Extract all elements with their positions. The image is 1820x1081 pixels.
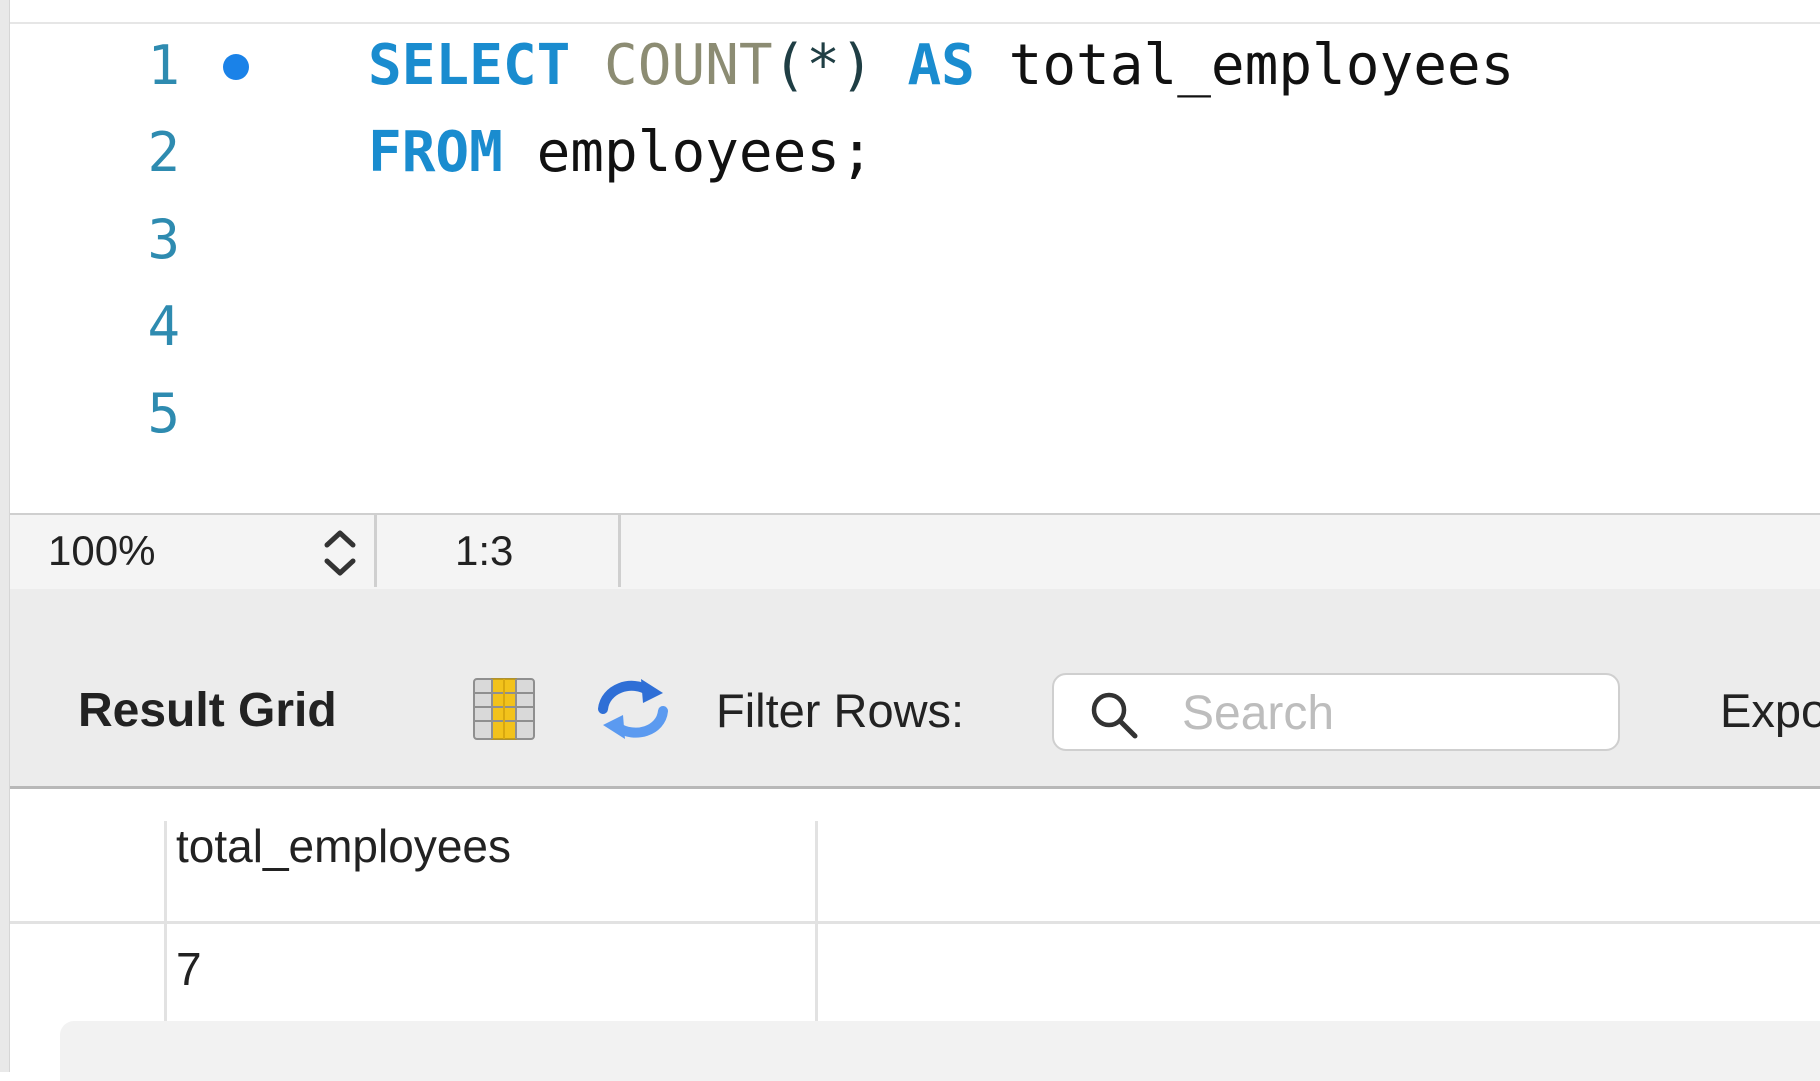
editor-line[interactable]: 5 <box>10 364 1820 464</box>
search-icon <box>1091 692 1138 739</box>
refresh-icon[interactable] <box>593 675 673 743</box>
result-toolbar: Result Grid Filter Rows: Expo <box>10 589 1820 789</box>
keyword-select: SELECT <box>368 33 571 98</box>
status-divider <box>374 515 377 587</box>
result-grid: total_employees 7 <box>10 789 1820 1081</box>
line-number: 1 <box>147 34 180 97</box>
editor-line[interactable]: 2 FROM employees; <box>10 103 1820 203</box>
line-number: 3 <box>147 208 180 271</box>
line-number: 2 <box>147 121 180 184</box>
result-grid-label[interactable]: Result Grid <box>78 681 337 741</box>
column-header-total-employees[interactable]: total_employees <box>176 811 511 881</box>
line-number: 4 <box>147 295 180 358</box>
zoom-level[interactable]: 100% <box>48 515 155 587</box>
sql-editor[interactable]: 1 SELECT COUNT(*) AS total_employees 2 F… <box>10 0 1820 513</box>
grid-cell[interactable]: 7 <box>176 933 202 1005</box>
code-line-2[interactable]: FROM employees; <box>368 103 874 203</box>
header-divider <box>10 921 1820 924</box>
export-button[interactable]: Expo <box>1720 681 1820 741</box>
window-left-edge <box>0 0 10 1072</box>
editor-line[interactable]: 1 SELECT COUNT(*) AS total_employees <box>10 16 1820 116</box>
empty-new-row[interactable] <box>60 1021 1820 1081</box>
keyword-from: FROM <box>368 120 503 185</box>
editor-line[interactable]: 3 <box>10 190 1820 290</box>
keyword-as: AS <box>907 33 975 98</box>
function-count: COUNT <box>604 33 773 98</box>
line-number: 5 <box>147 382 180 445</box>
code-line-1[interactable]: SELECT COUNT(*) AS total_employees <box>368 16 1514 116</box>
filter-search-input[interactable] <box>1180 683 1604 743</box>
column-grid-icon[interactable] <box>472 677 536 741</box>
zoom-stepper-icon[interactable] <box>315 525 365 581</box>
breakpoint-dot[interactable] <box>223 54 249 80</box>
editor-line[interactable]: 4 <box>10 277 1820 377</box>
count-arguments: (*) <box>772 33 874 98</box>
filter-rows-label: Filter Rows: <box>716 684 965 737</box>
filter-search-box[interactable] <box>1052 673 1620 751</box>
cursor-position: 1:3 <box>455 527 514 574</box>
table-name: employees; <box>536 120 874 185</box>
status-divider <box>618 515 621 587</box>
editor-status-bar: 100% 1:3 <box>10 513 1820 591</box>
column-alias: total_employees <box>1008 33 1515 98</box>
